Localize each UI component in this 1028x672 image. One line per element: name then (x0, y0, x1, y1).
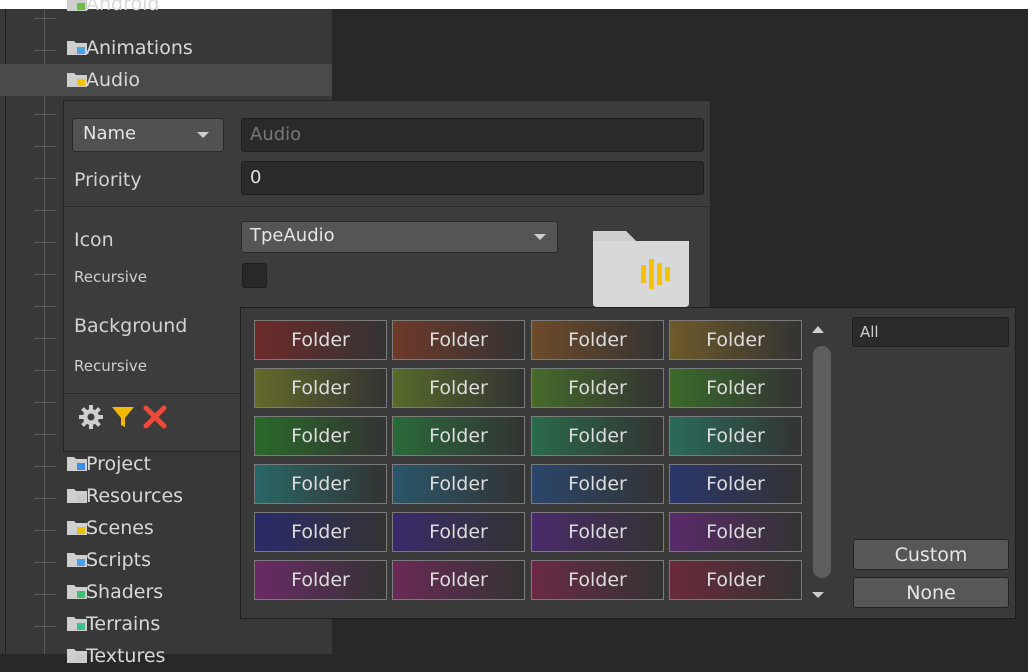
scrollbar-thumb[interactable] (813, 346, 831, 578)
gear-icon[interactable] (78, 404, 104, 430)
close-icon[interactable] (142, 404, 168, 430)
tree-item-label: Project (86, 453, 152, 475)
custom-color-button[interactable]: Custom (853, 539, 1009, 570)
chevron-down-icon (534, 234, 546, 240)
background-recursive-label: Recursive (74, 357, 147, 375)
color-swatch[interactable]: Folder (254, 560, 387, 600)
palette-filter-value: All (860, 323, 879, 341)
tree-item-label: Audio (86, 69, 141, 91)
priority-label: Priority (74, 169, 142, 191)
tree-item-label: Android (86, 0, 160, 15)
color-swatch[interactable]: Folder (392, 512, 525, 552)
tree-connector (34, 338, 56, 339)
tree-connector (34, 178, 56, 179)
color-swatch[interactable]: Folder (254, 368, 387, 408)
color-swatch[interactable]: Folder (531, 512, 664, 552)
tree-item-label: Resources (86, 485, 184, 507)
tree-connector (34, 370, 56, 371)
color-swatch[interactable]: Folder (531, 560, 664, 600)
priority-field[interactable]: 0 (241, 161, 704, 195)
icon-dropdown[interactable]: TpeAudio (241, 221, 558, 253)
color-swatch[interactable]: Folder (392, 320, 525, 360)
icon-recursive-label: Recursive (74, 268, 147, 286)
color-swatch[interactable]: Folder (392, 560, 525, 600)
tree-item-label: Terrains (86, 613, 161, 635)
tree-item-label: Scenes (86, 517, 154, 539)
terrains-folder-icon (67, 616, 87, 631)
tree-item[interactable]: Android (0, 0, 332, 20)
chevron-down-icon (197, 132, 209, 138)
color-swatch[interactable]: Folder (254, 416, 387, 456)
tree-connector (34, 242, 56, 243)
palette-filter-field[interactable]: All (852, 317, 1009, 347)
color-swatch[interactable]: Folder (254, 320, 387, 360)
tree-item[interactable]: Audio (0, 64, 332, 96)
color-swatch[interactable]: Folder (669, 512, 802, 552)
background-color-picker: Folder Folder Folder Folder Folder Folder Fold… (240, 307, 1016, 619)
color-swatch[interactable]: Folder (669, 416, 802, 456)
audio-folder-preview-icon (591, 221, 691, 309)
color-swatch[interactable]: Folder (669, 560, 802, 600)
android-folder-icon (67, 0, 87, 11)
none-color-button[interactable]: None (853, 577, 1009, 608)
icon-label: Icon (74, 229, 114, 251)
scroll-down-icon[interactable] (812, 592, 824, 598)
scroll-up-icon[interactable] (812, 326, 824, 333)
tree-connector (34, 146, 56, 147)
color-swatch[interactable]: Folder (669, 368, 802, 408)
tree-connector (34, 306, 56, 307)
name-field[interactable]: Audio (241, 118, 704, 152)
background-label: Background (74, 315, 188, 337)
color-swatch[interactable]: Folder (392, 416, 525, 456)
color-swatch[interactable]: Folder (531, 464, 664, 504)
color-swatch[interactable]: Folder (254, 512, 387, 552)
textures-folder-icon (67, 648, 87, 663)
color-swatch[interactable]: Folder (254, 464, 387, 504)
tree-item-label: Shaders (86, 581, 164, 603)
audio-folder-icon (67, 72, 87, 87)
resources-folder-icon (67, 488, 87, 503)
tree-item[interactable]: Animations (0, 32, 332, 64)
icon-recursive-checkbox[interactable] (242, 263, 267, 288)
scenes-folder-icon (67, 520, 87, 535)
color-swatch[interactable]: Folder (531, 416, 664, 456)
tree-connector (34, 114, 56, 115)
filter-icon[interactable] (110, 404, 136, 430)
tree-connector (34, 402, 56, 403)
tree-item-label: Animations (86, 37, 193, 59)
match-mode-dropdown[interactable]: Name (72, 118, 224, 152)
tree-item-label: Scripts (86, 549, 152, 571)
tree-connector (34, 210, 56, 211)
color-swatch[interactable]: Folder (392, 368, 525, 408)
scripts-folder-icon (67, 552, 87, 567)
color-swatch[interactable]: Folder (669, 320, 802, 360)
tree-connector (34, 274, 56, 275)
color-swatch[interactable]: Folder (669, 464, 802, 504)
tree-item[interactable]: Textures (0, 640, 332, 672)
tree-connector (34, 434, 56, 435)
section-divider (64, 206, 712, 207)
color-swatch[interactable]: Folder (392, 464, 525, 504)
priority-field-value: 0 (250, 167, 262, 188)
name-field-value: Audio (250, 124, 302, 145)
tree-item-label: Textures (86, 645, 166, 667)
animation-folder-icon (67, 40, 87, 55)
icon-dropdown-value: TpeAudio (250, 225, 335, 246)
color-swatch[interactable]: Folder (531, 368, 664, 408)
shaders-folder-icon (67, 584, 87, 599)
project-folder-icon (67, 456, 87, 471)
color-swatch[interactable]: Folder (531, 320, 664, 360)
match-mode-value: Name (83, 123, 137, 144)
